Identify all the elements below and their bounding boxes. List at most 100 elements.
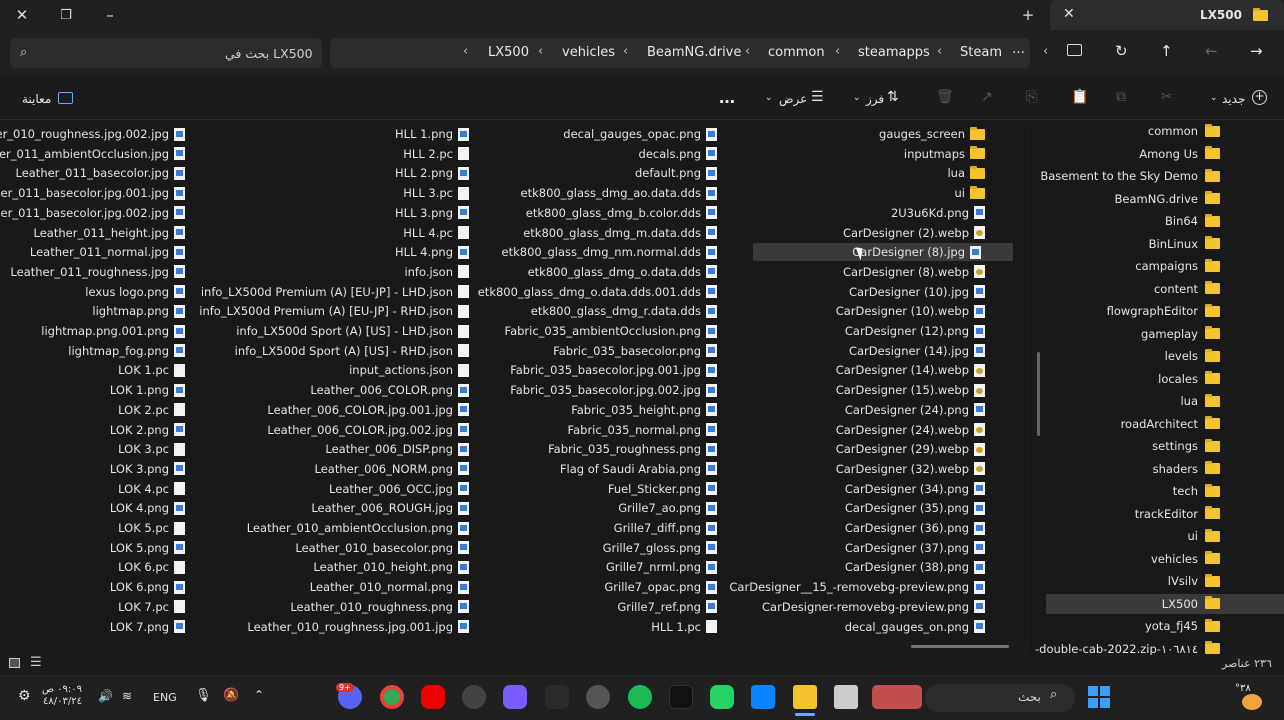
file-item[interactable]: info_LX500d Premium (A) [EU-JP] - LHD.js… (169, 283, 469, 301)
new-tab-icon[interactable]: + (1006, 0, 1050, 30)
file-item[interactable]: Leather_006_DISP.png (169, 440, 469, 458)
sort-button[interactable]: فرز (866, 92, 884, 106)
nav-item[interactable]: vehicles (1151, 549, 1220, 569)
file-item[interactable]: LOK 1.pc (0, 361, 185, 379)
file-item[interactable]: CarDesigner (34).png (685, 480, 985, 498)
file-item[interactable]: CarDesigner (36).png (685, 519, 985, 537)
share-icon[interactable]: ↗ (981, 89, 993, 105)
nav-item[interactable]: BinLinux (1149, 234, 1220, 254)
nav-item[interactable]: lVsilv (1168, 571, 1220, 591)
wifi-icon[interactable]: ≋ (122, 689, 132, 703)
file-item[interactable]: CarDesigner (29).webp (685, 440, 985, 458)
file-item[interactable]: LOK 4.pc (0, 480, 185, 498)
file-item[interactable]: CarDesigner (14).jpg (685, 342, 985, 360)
file-item[interactable]: CarDesigner (32).webp (685, 460, 985, 478)
app-icon[interactable] (545, 685, 569, 709)
file-item[interactable]: LOK 5.png (0, 539, 185, 557)
nav-item[interactable]: levels (1165, 346, 1220, 366)
file-item[interactable]: HLL 3.png (169, 204, 469, 222)
sort-icon[interactable]: ⇅ (887, 89, 899, 105)
tiles-view-icon[interactable] (9, 658, 20, 668)
file-item[interactable]: CarDesigner (8).jpg (753, 243, 1013, 262)
file-item[interactable]: LOK 3.png (0, 460, 185, 478)
nav-item[interactable]: -double-cab-2022.zip-١٠٦٨١٤ (1035, 639, 1220, 655)
file-item[interactable]: Leather_006_ROUGH.jpg (169, 499, 469, 517)
widget-icon[interactable] (872, 685, 922, 709)
file-item[interactable]: lightmap.png (0, 302, 185, 320)
breadcrumb-steamapps[interactable]: steamapps (858, 45, 930, 60)
file-item[interactable]: Leather_011_basecolor.jpg (0, 164, 185, 182)
file-item[interactable]: Leather_010_height.png (169, 558, 469, 576)
nav-item[interactable]: common (1148, 121, 1220, 141)
nav-item[interactable]: ui (1188, 526, 1220, 546)
file-item[interactable]: info_LX500d Sport (A) [US] - LHD.json (169, 322, 469, 340)
view-button[interactable]: عرض (779, 92, 807, 106)
paste-icon[interactable]: 📋 (1071, 89, 1088, 105)
file-item[interactable]: decal_gauges_on.png (685, 618, 985, 636)
file-item[interactable]: CarDesigner (2).webp (685, 224, 985, 242)
file-item[interactable]: CarDesigner (37).png (685, 539, 985, 557)
copilot-icon[interactable] (503, 685, 527, 709)
file-explorer-icon[interactable] (793, 685, 817, 709)
delete-icon[interactable]: 🗑 (936, 89, 954, 105)
file-item[interactable]: Leather_010_roughness.png (169, 598, 469, 616)
file-item[interactable]: HLL 1.png (169, 125, 469, 143)
copy-icon[interactable]: ⧉ (1116, 89, 1126, 105)
chrome-icon[interactable] (380, 685, 404, 709)
store-icon[interactable] (751, 685, 775, 709)
file-item[interactable]: HLL 2.png (169, 164, 469, 182)
nav-item[interactable]: tech (1173, 481, 1220, 501)
nav-item[interactable]: campaigns (1135, 256, 1220, 276)
file-item[interactable]: 2U3u6Kd.png (685, 204, 985, 222)
file-item[interactable]: HLL 4.pc (169, 224, 469, 242)
file-item[interactable]: Leather_006_NORM.png (169, 460, 469, 478)
file-item[interactable]: LOK 3.pc (0, 440, 185, 458)
notification-off-icon[interactable]: 🔕 (223, 688, 239, 703)
file-item[interactable]: Leather_006_COLOR.jpg.001.jpg (169, 401, 469, 419)
back-icon[interactable]: ← (1205, 42, 1218, 60)
file-item[interactable]: CarDesigner (10).jpg (685, 283, 985, 301)
file-item[interactable]: LOK 7.pc (0, 598, 185, 616)
file-item[interactable]: lightmap_fog.png (0, 342, 185, 360)
file-item[interactable]: HLL 2.pc (169, 145, 469, 163)
tiktok-icon[interactable] (669, 685, 693, 709)
file-item[interactable]: Leather_011_height.jpg (0, 224, 185, 242)
file-item[interactable]: eather_011_basecolor.jpg.001.jpg (0, 184, 185, 202)
more-path-icon[interactable]: … (1012, 42, 1025, 57)
rename-icon[interactable]: ⎘ (1026, 89, 1037, 105)
file-item[interactable]: input_actions.json (169, 361, 469, 379)
nav-item[interactable]: gameplay (1141, 324, 1220, 344)
forward-icon[interactable]: → (1250, 42, 1263, 60)
file-item[interactable]: HLL 3.pc (169, 184, 469, 202)
file-item[interactable]: LOK 2.pc (0, 401, 185, 419)
nav-item[interactable]: Bin64 (1165, 211, 1220, 231)
add-icon[interactable]: + (1252, 90, 1267, 105)
breadcrumb-vehicles[interactable]: vehicles (562, 45, 615, 60)
file-item[interactable]: info.json (169, 263, 469, 281)
folder-item[interactable]: lua (685, 164, 985, 182)
file-item[interactable]: lexus logo.png (0, 283, 185, 301)
file-item[interactable]: eather_010_roughness.jpg.002.jpg (0, 125, 185, 143)
settings-icon[interactable]: ⚙ (18, 688, 31, 704)
nav-item[interactable]: BeamNG.drive (1115, 189, 1220, 209)
file-item[interactable]: Leather_006_COLOR.png (169, 381, 469, 399)
nav-item[interactable]: Among Us (1139, 144, 1220, 164)
nav-item[interactable]: lua (1180, 391, 1220, 411)
file-item[interactable]: Leather_011_normal.jpg (0, 243, 185, 261)
file-item[interactable]: Leather_010_basecolor.png (169, 539, 469, 557)
file-item[interactable]: Leather_006_OCC.jpg (169, 480, 469, 498)
nav-item[interactable]: roadArchitect (1121, 414, 1220, 434)
nav-item[interactable]: LX500 (1046, 593, 1284, 614)
breadcrumb-beamng[interactable]: BeamNG.drive (647, 45, 741, 60)
file-item[interactable]: LOK 6.png (0, 578, 185, 596)
file-item[interactable]: CarDesigner (24).webp (685, 421, 985, 439)
file-item[interactable]: Leather_006_COLOR.jpg.002.jpg (169, 421, 469, 439)
file-item[interactable]: CarDesigner (35).png (685, 499, 985, 517)
breadcrumb-lx500[interactable]: LX500 (488, 45, 529, 60)
preview-button[interactable]: معاينة (22, 92, 51, 106)
refresh-icon[interactable]: ↻ (1115, 42, 1128, 60)
new-button[interactable]: جديد (1222, 92, 1245, 106)
file-item[interactable]: LOK 5.pc (0, 519, 185, 537)
settings-app-icon[interactable] (586, 685, 610, 709)
file-item[interactable]: lightmap.png.001.png (0, 322, 185, 340)
